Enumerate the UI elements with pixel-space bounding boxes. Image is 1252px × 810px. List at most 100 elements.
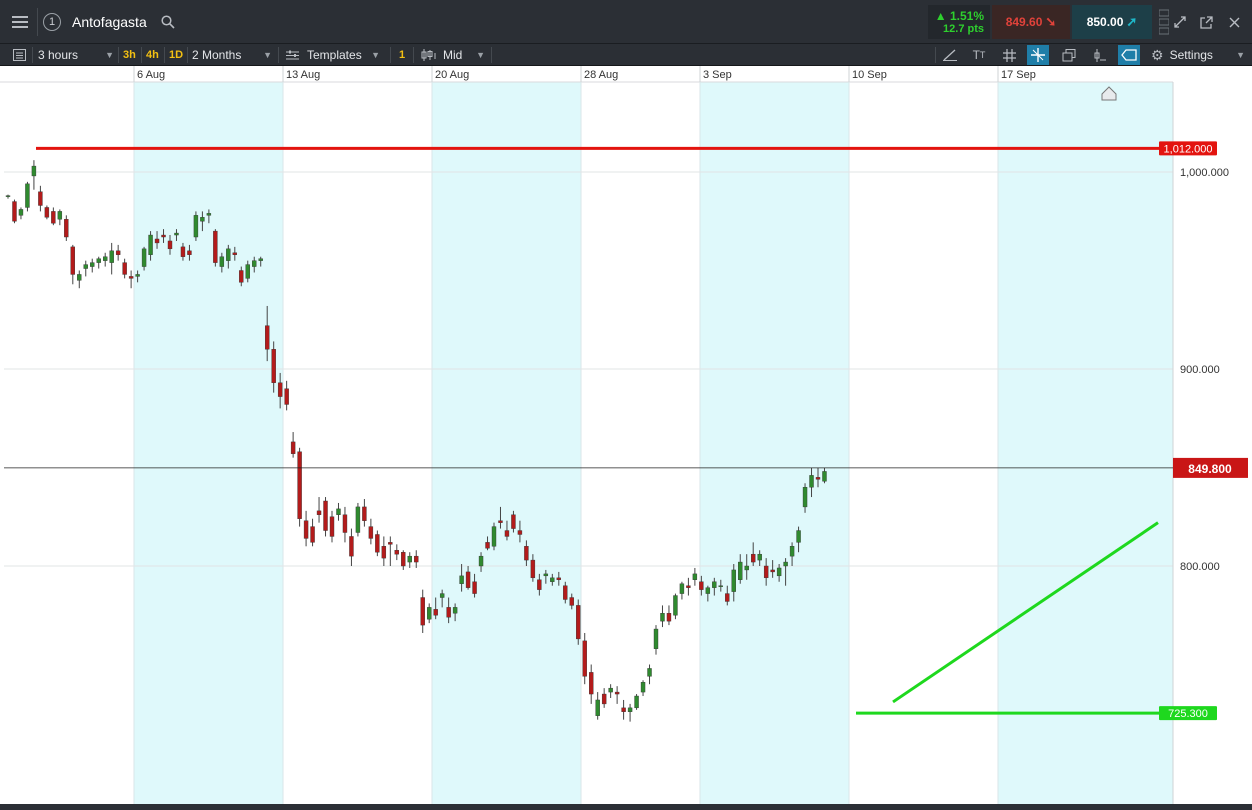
- quick-interval-4h[interactable]: 4h: [146, 44, 159, 66]
- candle-body: [550, 577, 555, 582]
- candle-body: [699, 581, 704, 590]
- price-label-icon[interactable]: [1118, 45, 1140, 65]
- candle-body: [472, 581, 477, 594]
- templates-label: Templates: [307, 48, 362, 62]
- candle-body: [174, 232, 179, 236]
- toolbar-divider: [390, 47, 391, 63]
- candle-body: [459, 575, 464, 584]
- candle-body: [77, 274, 82, 281]
- candle-body: [310, 526, 315, 543]
- sell-price-button[interactable]: 849.60 ➘: [992, 5, 1070, 39]
- candle-body: [595, 699, 600, 716]
- candle-body: [576, 605, 581, 640]
- candle-body: [187, 250, 192, 255]
- candle-body: [705, 587, 711, 594]
- candle-body: [83, 264, 88, 269]
- candle-body: [504, 530, 510, 537]
- close-icon[interactable]: [1222, 5, 1246, 39]
- draw-line-icon[interactable]: [939, 45, 961, 65]
- candle-body: [336, 508, 341, 515]
- list-icon[interactable]: [8, 45, 30, 65]
- candle-body: [439, 593, 445, 598]
- price-change-panel: ▲ 1.51% 12.7 pts: [928, 5, 990, 39]
- quick-interval-1d[interactable]: 1D: [169, 44, 183, 66]
- candle-body: [25, 183, 30, 208]
- candle-body: [18, 209, 24, 216]
- candle-body: [543, 573, 549, 577]
- layers-icon[interactable]: [1058, 45, 1080, 65]
- up-triangle-icon: ▲: [934, 9, 950, 23]
- change-percent: ▲ 1.51%: [935, 9, 984, 23]
- x-tick-label: 6 Aug: [137, 69, 165, 81]
- candle-body: [239, 270, 244, 283]
- buy-price-button[interactable]: 850.00 ➚: [1072, 5, 1152, 39]
- settings-dropdown[interactable]: ⚙ Settings ▼: [1151, 44, 1249, 66]
- toolbar-divider: [187, 47, 188, 63]
- chevron-down-icon: ▼: [105, 50, 114, 60]
- candle-body: [141, 248, 147, 267]
- candle-body: [731, 569, 736, 592]
- candle-body: [213, 230, 218, 263]
- candles-icon: [421, 49, 436, 61]
- candle-body: [556, 577, 561, 580]
- templates-dropdown[interactable]: Templates ▼: [286, 44, 382, 66]
- settings-label: Settings: [1169, 48, 1213, 62]
- candle-settings-icon[interactable]: [1088, 45, 1110, 65]
- quick-interval-3h[interactable]: 3h: [123, 44, 136, 66]
- candle-body: [284, 388, 289, 405]
- candle-body: [589, 672, 594, 695]
- hamburger-menu-icon[interactable]: [6, 5, 34, 39]
- candle-body: [303, 520, 309, 539]
- sell-price: 849.60: [1005, 15, 1043, 29]
- buy-price: 850.00: [1086, 15, 1124, 29]
- candle-body: [783, 561, 788, 567]
- y-tick-label: 1,000.000: [1180, 167, 1229, 179]
- candle-body: [271, 349, 276, 383]
- search-icon[interactable]: [157, 5, 179, 39]
- text-tool-icon[interactable]: TT: [968, 45, 990, 65]
- grid-icon[interactable]: [998, 45, 1020, 65]
- chart-area[interactable]: 6 Aug 13 Aug 20 Aug 28 Aug 3 Sep 10 Sep 17 Sep…: [0, 66, 1252, 810]
- templates-icon: [286, 50, 299, 59]
- candle-body: [316, 510, 322, 515]
- chart-count[interactable]: 1: [399, 44, 405, 66]
- account-selector[interactable]: 1: [40, 5, 64, 39]
- header-divider: [37, 8, 38, 36]
- popout-icon[interactable]: [1194, 5, 1218, 39]
- candle-body: [167, 240, 173, 250]
- candle-body: [582, 640, 587, 677]
- candle-body: [252, 260, 257, 267]
- candle-body: [115, 250, 121, 255]
- candle-body: [822, 471, 827, 482]
- expand-icon[interactable]: [1168, 5, 1192, 39]
- candle-body: [102, 256, 108, 261]
- week-shade: [700, 82, 849, 804]
- candle-body: [57, 211, 63, 220]
- candle-body: [647, 668, 652, 677]
- x-tick-label: 17 Sep: [1001, 69, 1036, 81]
- candle-body: [226, 248, 231, 261]
- price-type-dropdown[interactable]: Mid ▼: [421, 44, 487, 66]
- candle-body: [148, 234, 153, 255]
- instrument-name[interactable]: Antofagasta: [72, 14, 147, 30]
- candle-body: [608, 687, 613, 693]
- candle-body: [802, 487, 808, 508]
- x-tick-label: 3 Sep: [703, 69, 732, 81]
- x-tick-label: 13 Aug: [286, 69, 320, 81]
- range-dropdown[interactable]: 2 Months ▼: [192, 44, 274, 66]
- candle-body: [725, 593, 730, 602]
- crosshair-icon[interactable]: [1027, 45, 1049, 65]
- arrow-down-icon: ➘: [1045, 14, 1057, 29]
- candle-body: [70, 246, 76, 275]
- x-tick-label: 28 Aug: [584, 69, 618, 81]
- candle-body: [388, 542, 393, 545]
- candle-body: [452, 607, 458, 614]
- candle-body: [362, 506, 367, 521]
- candle-body: [394, 550, 399, 555]
- candle-body: [491, 526, 497, 547]
- candle-body: [744, 565, 749, 571]
- change-points: 12.7 pts: [943, 23, 984, 35]
- price-chart[interactable]: 6 Aug 13 Aug 20 Aug 28 Aug 3 Sep 10 Sep 17 Sep…: [0, 66, 1252, 810]
- candle-body: [323, 500, 328, 531]
- interval-dropdown[interactable]: 3 hours ▼: [38, 44, 116, 66]
